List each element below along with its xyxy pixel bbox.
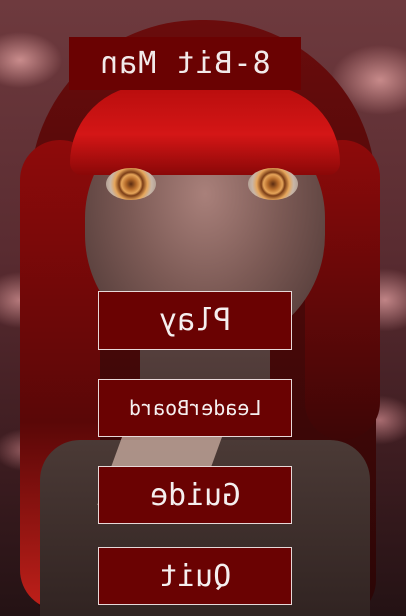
quit-button[interactable]: Quit (98, 547, 292, 605)
leaderboard-button[interactable]: LeaderBoard (98, 379, 292, 437)
play-button-label: Play (158, 303, 232, 338)
guide-button-label: Guide (149, 477, 241, 513)
artwork-right-eye (248, 168, 298, 200)
artwork-bangs (70, 85, 340, 175)
game-title: 8-Bit Man (99, 46, 271, 81)
game-title-banner: 8-Bit Man (69, 37, 301, 90)
artwork-left-eye (106, 168, 156, 200)
quit-button-label: Quit (158, 558, 232, 594)
play-button[interactable]: Play (98, 291, 292, 350)
guide-button[interactable]: Guide (98, 466, 292, 524)
leaderboard-button-label: LeaderBoard (128, 396, 262, 420)
game-main-menu: 8-Bit Man Play LeaderBoard Guide Quit (0, 0, 406, 616)
